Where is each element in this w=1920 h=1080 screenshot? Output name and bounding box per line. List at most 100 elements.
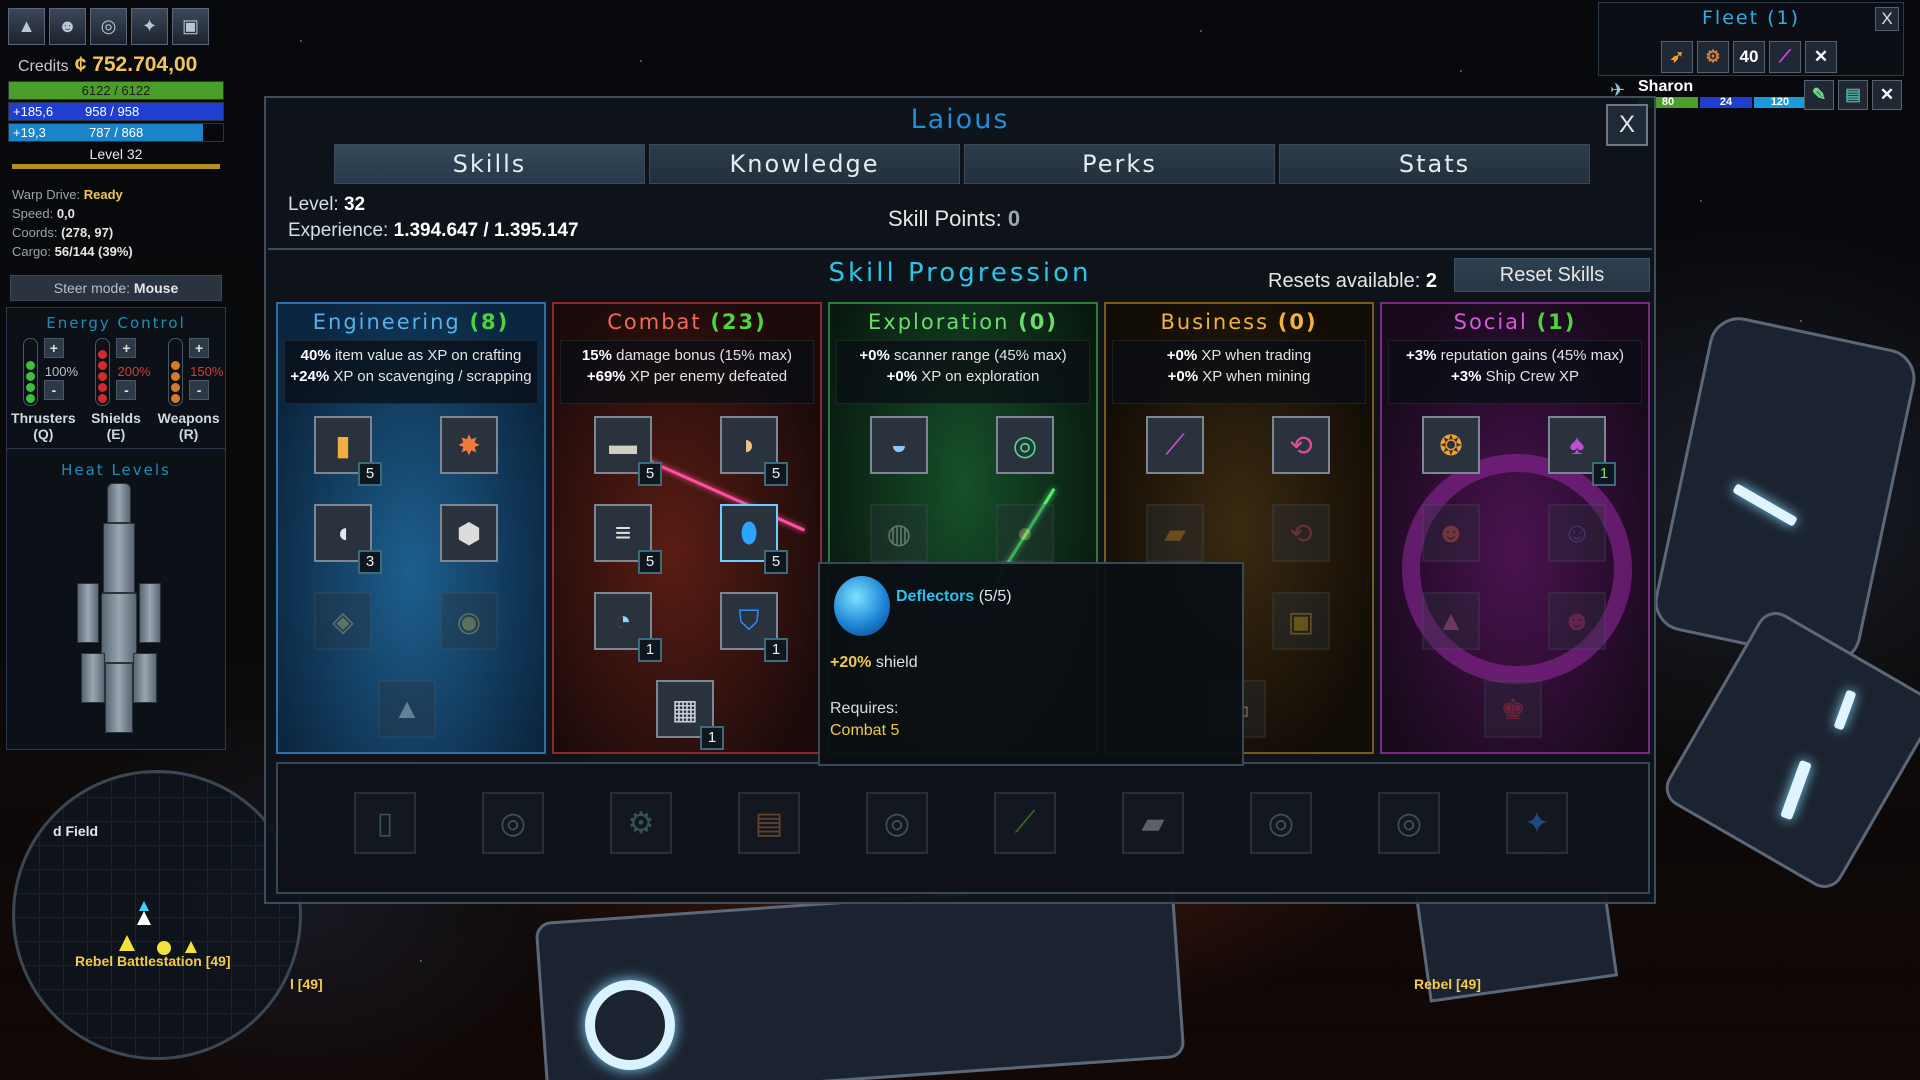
skill-node-mining-laser[interactable]: ⟋	[1146, 416, 1204, 474]
skill-node-deflectors[interactable]: ⬮ 5	[720, 504, 788, 574]
tree-combat-description: 15% damage bonus (15% max) +69% XP per e…	[560, 340, 814, 404]
skill-rank: 1	[700, 726, 724, 750]
perk-ship-icon[interactable]: ✦	[1506, 792, 1568, 854]
skill-node-locked[interactable]: ▲	[1422, 592, 1480, 650]
world-enemy-label[interactable]: Rebel [49]	[1414, 976, 1481, 992]
fleet-count-badge: 40	[1733, 41, 1765, 73]
skill-node-locked[interactable]: ◉	[440, 592, 498, 650]
ship-icon[interactable]: ▲	[8, 8, 45, 45]
missile-icon[interactable]: ➶	[1661, 41, 1693, 73]
skill-node-shield-boost[interactable]: ⛉ 1	[720, 592, 788, 662]
laser-icon[interactable]: ⟋	[1769, 41, 1801, 73]
radar-icon[interactable]: ◎	[90, 8, 127, 45]
tooltip-effect-value: +20%	[830, 654, 872, 671]
log-icon[interactable]: ▣	[172, 8, 209, 45]
tab-knowledge[interactable]: Knowledge	[649, 144, 960, 184]
weapons-gauge	[168, 338, 184, 406]
tab-stats[interactable]: Stats	[1279, 144, 1590, 184]
desc-value: +0%	[1166, 347, 1198, 364]
perk-radar-icon[interactable]: ◎	[1378, 792, 1440, 854]
perk-radar-icon[interactable]: ◎	[1250, 792, 1312, 854]
thrusters-plus-button[interactable]: +	[43, 338, 64, 358]
tree-exploration-header: Exploration (0)	[830, 304, 1096, 340]
perk-canister-icon[interactable]: ▯	[354, 792, 416, 854]
minimap[interactable]: d Field Rebel Battlestation [49]	[12, 770, 302, 1060]
dialog-close-button[interactable]: X	[1606, 104, 1648, 146]
repair-icon[interactable]: ✕	[1805, 41, 1837, 73]
book-icon[interactable]: ▤	[1838, 80, 1868, 110]
crew-icon[interactable]: ☻	[49, 8, 86, 45]
skill-node-locked[interactable]: ♚	[1484, 680, 1542, 738]
speed-value: 0,0	[56, 206, 75, 221]
ally-marker	[139, 901, 149, 911]
skill-node-locked[interactable]: ☻	[1548, 592, 1606, 650]
skill-node-salvage[interactable]: ✸	[440, 416, 498, 474]
weapons-plus-button[interactable]: +	[189, 338, 210, 358]
cargo-value: 56/144 (39%)	[54, 244, 133, 259]
reset-skills-button[interactable]: Reset Skills	[1454, 258, 1650, 292]
skill-node-gun[interactable]: ▬ 5	[594, 416, 662, 486]
tree-business-description: +0% XP when trading +0% XP when mining	[1112, 340, 1366, 404]
skill-node-locked[interactable]: ◍	[870, 504, 928, 562]
skill-node-locked[interactable]: ▲	[378, 680, 436, 738]
skill-node-evasion[interactable]: ◔ 1	[594, 592, 662, 662]
desc-text: damage bonus (15% max)	[611, 347, 793, 364]
weapons-label: Weapons	[157, 410, 220, 426]
desc-text: XP on exploration	[917, 368, 1040, 385]
shields-minus-button[interactable]: -	[116, 380, 137, 400]
skill-node-trade-cycle[interactable]: ⟲	[1272, 416, 1330, 474]
perk-laser-icon[interactable]: ⟋	[994, 792, 1056, 854]
tooltip-requires-value: Combat 5	[830, 722, 900, 739]
desc-text: XP per enemy defeated	[625, 368, 788, 385]
perk-book-icon[interactable]: ▤	[738, 792, 800, 854]
tree-social: Social (1) +3% reputation gains (45% max…	[1380, 302, 1650, 754]
perk-ingot-icon[interactable]: ▰	[1122, 792, 1184, 854]
perk-radar-icon[interactable]: ◎	[866, 792, 928, 854]
skill-node-locked[interactable]: ●	[996, 504, 1054, 562]
skill-node-torpedo[interactable]: ◗ 5	[720, 416, 788, 486]
shields-plus-button[interactable]: +	[116, 338, 137, 358]
thrusters-gauge	[22, 338, 38, 406]
shields-key: (E)	[106, 426, 126, 442]
skill-node-locked[interactable]: ▣	[1272, 592, 1330, 650]
credits-display: Credits ¢ 752.704,00	[4, 49, 228, 79]
skill-node-locked[interactable]: ◈	[314, 592, 372, 650]
tree-engineering: Engineering (8) 40% item value as XP on …	[276, 302, 546, 754]
hud-menu-icons: ▲ ☻ ◎ ✦ ▣	[4, 4, 228, 49]
skill-node-locked[interactable]: ☻	[1422, 504, 1480, 562]
fleet-close-button[interactable]: X	[1875, 7, 1899, 31]
desc-value: +0%	[859, 347, 890, 364]
skill-node-locked[interactable]: ▰	[1146, 504, 1204, 562]
skill-node-paw[interactable]: ❂	[1422, 416, 1480, 474]
tab-perks[interactable]: Perks	[964, 144, 1275, 184]
skill-node-thrusters[interactable]: ◒	[870, 416, 928, 474]
skill-node-armor[interactable]: ▦ 1	[656, 680, 724, 750]
fleet-title: Fleet (1)	[1702, 7, 1800, 29]
skill-node-drill[interactable]: ◖ 3	[314, 504, 382, 574]
skill-node-harvester[interactable]: ⬢	[440, 504, 498, 562]
perk-radar-icon[interactable]: ◎	[482, 792, 544, 854]
thrusters-minus-button[interactable]: -	[43, 380, 64, 400]
skill-rank: 5	[358, 462, 382, 486]
skill-node-scanner[interactable]: ◎	[996, 416, 1054, 474]
tree-exploration-description: +0% scanner range (45% max) +0% XP on ex…	[836, 340, 1090, 404]
repair-icon[interactable]: ✕	[1872, 80, 1902, 110]
tab-skills[interactable]: Skills	[334, 144, 645, 184]
player-marker	[137, 911, 151, 925]
drill-icon[interactable]: ⚙	[1697, 41, 1729, 73]
galaxy-map-icon[interactable]: ✦	[131, 8, 168, 45]
skill-node-crafting[interactable]: ▮ 5	[314, 416, 382, 486]
skill-node-cards[interactable]: ♠ 1	[1548, 416, 1616, 486]
perk-gear-icon[interactable]: ⚙	[610, 792, 672, 854]
desc-text: XP when mining	[1198, 368, 1311, 385]
tree-social-name: Social	[1453, 310, 1528, 334]
skill-node-locked[interactable]: ☺	[1548, 504, 1606, 562]
steer-mode-button[interactable]: Steer mode: Mouse	[10, 275, 222, 301]
energy-control-panel: Energy Control + - 100% Thrusters (Q) + …	[6, 307, 226, 750]
weapons-minus-button[interactable]: -	[189, 380, 210, 400]
tree-social-count: (1)	[1536, 310, 1577, 334]
skill-node-locked[interactable]: ⟲	[1272, 504, 1330, 562]
skill-node-gatling[interactable]: ≡ 5	[594, 504, 662, 574]
tooltip-requirements: Requires: Combat 5	[830, 698, 899, 742]
tool-icon[interactable]: ✎	[1804, 80, 1834, 110]
